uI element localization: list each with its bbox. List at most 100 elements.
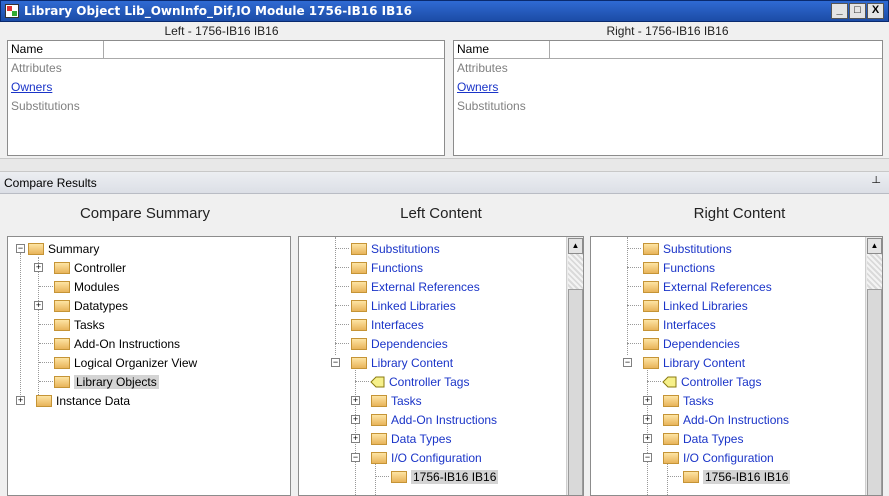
tree-item-interfaces[interactable]: Interfaces [627, 315, 716, 334]
tree-item-library-content[interactable]: − Library Content [623, 353, 745, 372]
name-column-header[interactable]: Name [454, 41, 550, 58]
tree-item-functions[interactable]: Functions [335, 258, 423, 277]
value-column-header[interactable] [104, 41, 444, 58]
expand-toggle[interactable]: + [643, 434, 652, 443]
folder-icon [371, 394, 387, 407]
right-content-scrollbar[interactable]: ▲ [865, 237, 882, 495]
folder-icon [54, 337, 70, 350]
tree-item-controller-tags[interactable]: Controller Tags [355, 372, 469, 391]
tree-item-dependencies[interactable]: Dependencies [335, 334, 448, 353]
collapse-toggle[interactable]: − [331, 358, 340, 367]
expand-toggle[interactable]: + [643, 396, 652, 405]
expand-toggle[interactable]: + [351, 415, 360, 424]
tree-item-data-types[interactable]: + Data Types [643, 429, 743, 448]
tree-item-controller[interactable]: + Controller [30, 258, 126, 277]
tree-item-external-references[interactable]: External References [335, 277, 480, 296]
scroll-track[interactable] [568, 254, 583, 289]
owners-link[interactable]: Owners [8, 78, 444, 97]
right-content-tree[interactable]: Substitutions Functions External Referen… [590, 236, 883, 496]
tree-item-linked-libraries[interactable]: Linked Libraries [627, 296, 748, 315]
folder-icon [371, 451, 387, 464]
tree-item-tasks[interactable]: + Tasks [643, 391, 714, 410]
pin-icon[interactable]: ┴ [872, 177, 880, 189]
attributes-row[interactable]: Attributes [454, 59, 882, 78]
minimize-button[interactable]: _ [831, 3, 848, 19]
tree-item-modules[interactable]: Modules [30, 277, 119, 296]
collapse-toggle[interactable]: − [623, 358, 632, 367]
folder-icon [54, 261, 70, 274]
tree-item-1756-ib16[interactable]: 1756-IB16 IB16 [667, 467, 791, 486]
tree-item-logical-organizer-view[interactable]: Logical Organizer View [30, 353, 197, 372]
folder-icon [643, 318, 659, 331]
tree-item-functions[interactable]: Functions [627, 258, 715, 277]
tree-item-add-on-instructions[interactable]: + Add-On Instructions [351, 410, 497, 429]
tree-item-summary[interactable]: − Summary [12, 239, 99, 258]
expand-toggle[interactable]: + [34, 301, 43, 310]
right-list-header: Name [454, 41, 882, 59]
name-column-header[interactable]: Name [8, 41, 104, 58]
collapse-toggle[interactable]: − [351, 453, 360, 462]
collapse-toggle[interactable]: − [643, 453, 652, 462]
tree-item-controller-tags[interactable]: Controller Tags [647, 372, 761, 391]
tree-item-add-on-instructions[interactable]: + Add-On Instructions [643, 410, 789, 429]
tree-item-library-objects[interactable]: Library Objects [30, 372, 159, 391]
left-pane-title: Left - 1756-IB16 IB16 [164, 24, 279, 38]
folder-icon [663, 413, 679, 426]
tree-item-library-content[interactable]: − Library Content [331, 353, 453, 372]
scroll-thumb[interactable] [568, 289, 583, 495]
substitutions-row[interactable]: Substitutions [8, 97, 444, 116]
tree-item-external-references[interactable]: External References [627, 277, 772, 296]
folder-icon [663, 432, 679, 445]
tree-item-io-configuration[interactable]: − I/O Configuration [643, 448, 774, 467]
tree-item-data-types[interactable]: + Data Types [351, 429, 451, 448]
close-button[interactable]: X [867, 3, 884, 19]
folder-icon [351, 337, 367, 350]
tree-item-1756-ib16[interactable]: 1756-IB16 IB16 [375, 467, 499, 486]
tree-item-substitutions[interactable]: Substitutions [335, 239, 440, 258]
maximize-button[interactable]: □ [849, 3, 866, 19]
right-properties-list[interactable]: Name Attributes Owners Substitutions [453, 40, 883, 156]
tag-icon [369, 376, 385, 388]
scroll-up-button[interactable]: ▲ [867, 238, 882, 254]
folder-icon [54, 280, 70, 293]
value-column-header[interactable] [550, 41, 882, 58]
folder-icon [54, 356, 70, 369]
expand-toggle[interactable]: + [351, 396, 360, 405]
compare-summary-heading: Compare Summary [79, 205, 211, 222]
tree-item-interfaces[interactable]: Interfaces [335, 315, 424, 334]
folder-icon [371, 413, 387, 426]
expand-toggle[interactable]: + [16, 396, 25, 405]
tree-item-dependencies[interactable]: Dependencies [627, 334, 740, 353]
horizontal-splitter[interactable] [0, 158, 889, 172]
tree-item-tasks[interactable]: Tasks [30, 315, 105, 334]
owners-link[interactable]: Owners [454, 78, 882, 97]
tree-item-instance-data[interactable]: + Instance Data [12, 391, 130, 410]
scroll-track[interactable] [867, 254, 882, 289]
expand-toggle[interactable]: + [34, 263, 43, 272]
folder-icon [54, 375, 70, 388]
left-content-tree[interactable]: Substitutions Functions External Referen… [298, 236, 584, 496]
attributes-row[interactable]: Attributes [8, 59, 444, 78]
tree-item-datatypes[interactable]: + Datatypes [30, 296, 128, 315]
compare-summary-tree[interactable]: − Summary + Controller Modules + Datatyp… [7, 236, 291, 496]
folder-icon [643, 261, 659, 274]
expand-toggle[interactable]: + [643, 415, 652, 424]
tree-item-substitutions[interactable]: Substitutions [627, 239, 732, 258]
folder-icon [663, 394, 679, 407]
folder-icon [643, 337, 659, 350]
expand-toggle[interactable]: + [351, 434, 360, 443]
compare-results-bar: Compare Results ┴ [0, 172, 889, 194]
folder-icon [643, 299, 659, 312]
tree-item-linked-libraries[interactable]: Linked Libraries [335, 296, 456, 315]
collapse-toggle[interactable]: − [16, 244, 25, 253]
substitutions-row[interactable]: Substitutions [454, 97, 882, 116]
left-properties-list[interactable]: Name Attributes Owners Substitutions [7, 40, 445, 156]
scroll-thumb[interactable] [867, 289, 882, 495]
folder-icon [643, 242, 659, 255]
window-titlebar[interactable]: Library Object Lib_OwnInfo_Dif,IO Module… [0, 0, 889, 22]
scroll-up-button[interactable]: ▲ [568, 238, 583, 254]
tree-item-tasks[interactable]: + Tasks [351, 391, 422, 410]
left-content-scrollbar[interactable]: ▲ [566, 237, 583, 495]
tree-item-io-configuration[interactable]: − I/O Configuration [351, 448, 482, 467]
tree-item-add-on-instructions[interactable]: Add-On Instructions [30, 334, 180, 353]
